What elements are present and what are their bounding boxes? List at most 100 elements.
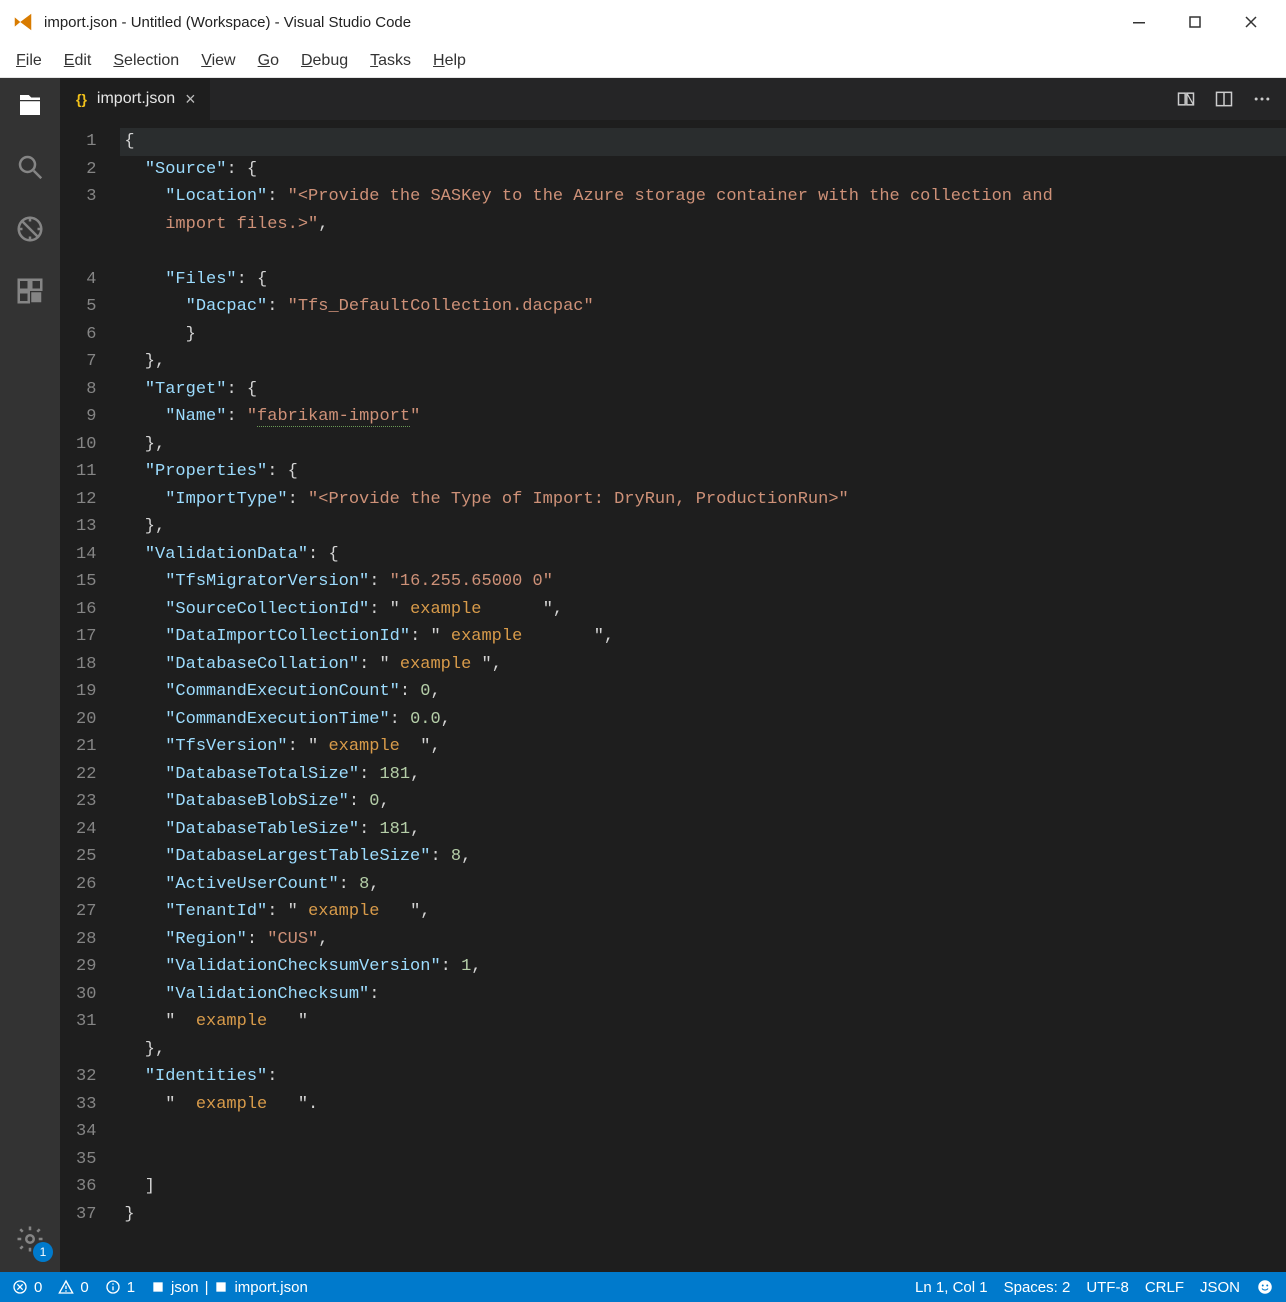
window-title: import.json - Untitled (Workspace) - Vis… [44,14,411,31]
code-line: "Files": { [120,266,1286,294]
explorer-icon[interactable] [13,88,47,122]
status-encoding[interactable]: UTF-8 [1086,1279,1129,1296]
line-number: 31 [76,1008,96,1036]
line-number [76,1036,96,1064]
code-line: ] [120,1173,1286,1201]
menu-edit[interactable]: Edit [54,48,102,74]
line-number: 10 [76,431,96,459]
tab-label: import.json [97,90,175,108]
code-line: { [120,128,1286,156]
window-titlebar: import.json - Untitled (Workspace) - Vis… [0,0,1286,44]
code-line: " example " [120,1008,1286,1036]
line-number: 21 [76,733,96,761]
code-line: "DatabaseBlobSize": 0, [120,788,1286,816]
status-breadcrumb[interactable]: json | import.json [151,1279,308,1296]
line-number: 11 [76,458,96,486]
code-line: "CommandExecutionCount": 0, [120,678,1286,706]
code-line: "ValidationChecksumVersion": 1, [120,953,1286,981]
status-warnings-count: 0 [80,1279,88,1296]
tab-bar: {} import.json × [60,78,1286,120]
line-number: 18 [76,651,96,679]
code-line: "ActiveUserCount": 8, [120,871,1286,899]
line-number: 1 [76,128,96,156]
menu-view[interactable]: View [191,48,245,74]
line-number: 32 [76,1063,96,1091]
compare-icon[interactable] [1176,89,1196,109]
code-line: }, [120,513,1286,541]
line-number: 35 [76,1146,96,1174]
code-line: } [120,321,1286,349]
line-number: 24 [76,816,96,844]
window-close-button[interactable] [1228,0,1274,44]
status-warnings[interactable]: 0 [58,1279,88,1296]
line-number [76,238,96,266]
code-line: }, [120,348,1286,376]
line-number: 2 [76,156,96,184]
line-number: 33 [76,1091,96,1119]
line-number: 13 [76,513,96,541]
status-indentation[interactable]: Spaces: 2 [1004,1279,1071,1296]
line-number: 6 [76,321,96,349]
menu-debug[interactable]: Debug [291,48,358,74]
json-file-icon: {} [76,91,87,107]
status-eol[interactable]: CRLF [1145,1279,1184,1296]
line-number: 27 [76,898,96,926]
split-editor-icon[interactable] [1214,89,1234,109]
status-feedback-icon[interactable] [1256,1278,1274,1296]
menubar: FileEditSelectionViewGoDebugTasksHelp [0,44,1286,78]
code-line: }, [120,1036,1286,1064]
menu-selection[interactable]: Selection [103,48,189,74]
code-line: "DatabaseTableSize": 181, [120,816,1286,844]
code-line: "TfsMigratorVersion": "16.255.65000 0" [120,568,1286,596]
line-number: 29 [76,953,96,981]
app-logo-icon [12,11,34,33]
debug-icon[interactable] [13,212,47,246]
menu-help[interactable]: Help [423,48,476,74]
menu-file[interactable]: File [6,48,52,74]
code-line: "ValidationData": { [120,541,1286,569]
code-line: "DatabaseTotalSize": 181, [120,761,1286,789]
line-number: 7 [76,348,96,376]
line-number: 16 [76,596,96,624]
settings-badge: 1 [33,1242,53,1262]
code-line [120,1146,1286,1174]
code-content[interactable]: { "Source": { "Location": "<Provide the … [120,120,1286,1272]
code-line: } [120,1201,1286,1229]
line-number: 22 [76,761,96,789]
code-line: "DatabaseCollation": " example ", [120,651,1286,679]
code-line: }, [120,431,1286,459]
code-line: "DataImportCollectionId": " example ", [120,623,1286,651]
line-number: 4 [76,266,96,294]
line-number: 26 [76,871,96,899]
tab-close-button[interactable]: × [185,89,196,110]
search-icon[interactable] [13,150,47,184]
extensions-icon[interactable] [13,274,47,308]
status-cursor-position[interactable]: Ln 1, Col 1 [915,1279,988,1296]
code-line: "Target": { [120,376,1286,404]
tab-import-json[interactable]: {} import.json × [60,78,211,120]
menu-go[interactable]: Go [248,48,289,74]
text-editor[interactable]: 123 456789101112131415161718192021222324… [60,120,1286,1272]
line-number: 17 [76,623,96,651]
status-language[interactable]: JSON [1200,1279,1240,1296]
line-number: 25 [76,843,96,871]
line-number: 12 [76,486,96,514]
status-info[interactable]: 1 [105,1279,135,1296]
status-errors[interactable]: 0 [12,1279,42,1296]
editor-group: {} import.json × 123 4567891011121314151… [60,78,1286,1272]
window-maximize-button[interactable] [1172,0,1218,44]
window-minimize-button[interactable] [1116,0,1162,44]
line-number: 23 [76,788,96,816]
status-info-count: 1 [127,1279,135,1296]
code-line: "Identities": [120,1063,1286,1091]
line-number: 37 [76,1201,96,1229]
more-actions-icon[interactable] [1252,89,1272,109]
line-number: 15 [76,568,96,596]
code-line: "Name": "fabrikam-import" [120,403,1286,431]
menu-tasks[interactable]: Tasks [360,48,421,74]
breadcrumb-right: import.json [234,1279,307,1296]
line-number: 5 [76,293,96,321]
line-number: 3 [76,183,96,211]
settings-icon[interactable]: 1 [13,1222,47,1256]
line-number: 14 [76,541,96,569]
